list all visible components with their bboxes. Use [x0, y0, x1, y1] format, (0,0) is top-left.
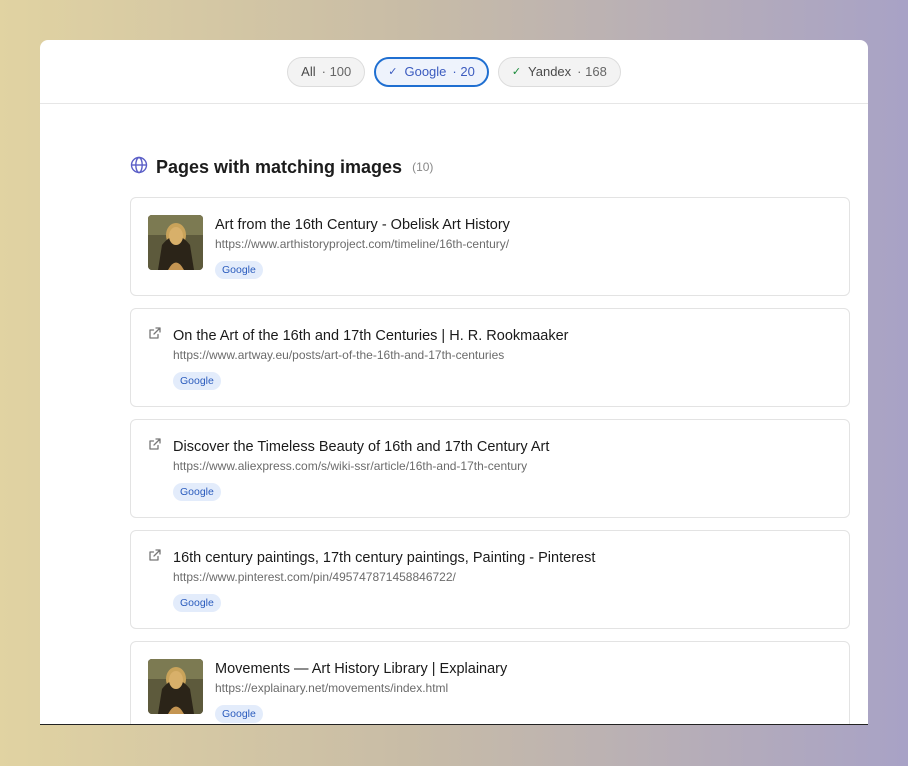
- result-url[interactable]: https://www.pinterest.com/pin/4957478714…: [173, 570, 595, 585]
- result-title[interactable]: On the Art of the 16th and 17th Centurie…: [173, 327, 568, 345]
- external-link-icon: [148, 437, 162, 451]
- filter-bar: All · 100 ✓ Google · 20 ✓ Yandex · 168: [40, 40, 868, 104]
- filter-label: All: [301, 64, 316, 79]
- filter-label: Yandex: [528, 64, 572, 79]
- section-title: Pages with matching images: [156, 156, 403, 177]
- filter-count: · 20: [452, 64, 475, 79]
- result-title[interactable]: Movements — Art History Library | Explai…: [215, 660, 507, 678]
- source-badge: Google: [215, 705, 263, 723]
- result-url[interactable]: https://www.aliexpress.com/s/wiki-ssr/ar…: [173, 459, 549, 474]
- check-icon: ✓: [511, 66, 522, 78]
- result-card[interactable]: 16th century paintings, 17th century pai…: [130, 530, 850, 629]
- result-title[interactable]: Art from the 16th Century - Obelisk Art …: [215, 216, 510, 234]
- main-window: All · 100 ✓ Google · 20 ✓ Yandex · 168 P…: [40, 40, 868, 725]
- source-badge: Google: [173, 594, 221, 612]
- source-badge: Google: [173, 372, 221, 390]
- external-link-icon: [148, 548, 162, 562]
- check-icon: ✓: [388, 66, 398, 78]
- globe-icon: [130, 156, 148, 179]
- section-header: Pages with matching images (10): [130, 156, 850, 179]
- filter-count: · 100: [321, 64, 352, 79]
- result-url[interactable]: https://explainary.net/movements/index.h…: [215, 681, 507, 696]
- source-badge: Google: [173, 483, 221, 501]
- filter-label: Google: [404, 64, 447, 79]
- result-thumbnail: [148, 659, 203, 714]
- filter-chip-yandex[interactable]: ✓ Yandex · 168: [497, 56, 621, 87]
- result-card[interactable]: Movements — Art History Library | Explai…: [130, 641, 850, 724]
- result-title[interactable]: Discover the Timeless Beauty of 16th and…: [173, 438, 549, 456]
- result-url[interactable]: https://www.artway.eu/posts/art-of-the-1…: [173, 348, 568, 363]
- result-card[interactable]: On the Art of the 16th and 17th Centurie…: [130, 308, 850, 407]
- results-section: Pages with matching images (10) Art from…: [130, 156, 850, 724]
- result-thumbnail: [148, 215, 203, 270]
- filter-chip-all[interactable]: All · 100: [287, 56, 366, 87]
- external-link-icon: [148, 326, 162, 340]
- result-title[interactable]: 16th century paintings, 17th century pai…: [173, 549, 595, 567]
- result-card[interactable]: Discover the Timeless Beauty of 16th and…: [130, 419, 850, 518]
- filter-chip-google[interactable]: ✓ Google · 20: [374, 56, 489, 87]
- section-count: (10): [412, 160, 434, 174]
- result-card[interactable]: Art from the 16th Century - Obelisk Art …: [130, 197, 850, 296]
- source-badge: Google: [215, 261, 263, 279]
- filter-count: · 168: [577, 64, 607, 79]
- result-url[interactable]: https://www.arthistoryproject.com/timeli…: [215, 237, 510, 252]
